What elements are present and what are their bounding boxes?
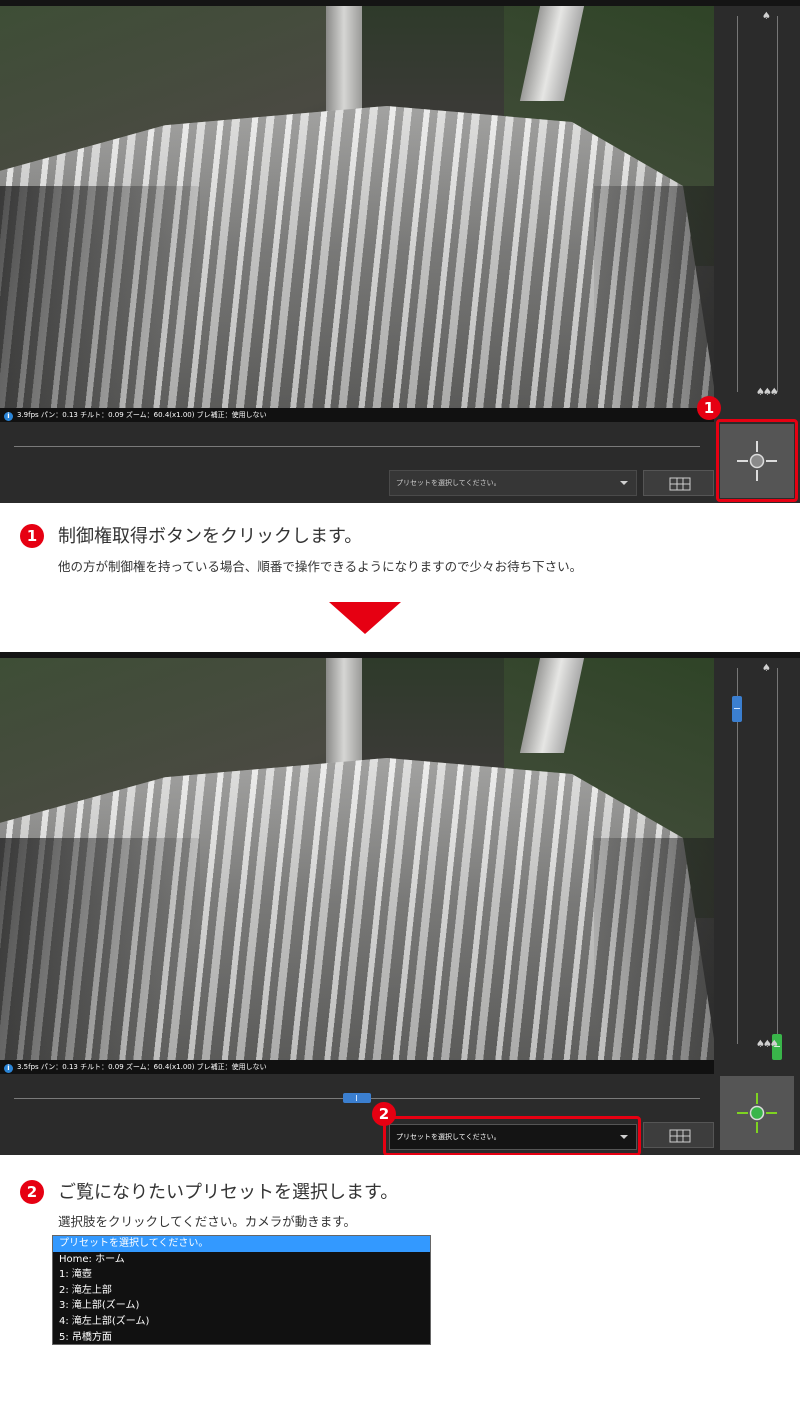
control-acquire-button[interactable] <box>720 1076 794 1150</box>
grid-view-button[interactable] <box>643 1122 714 1148</box>
info-icon: i <box>4 412 13 421</box>
video-waterfall-upper <box>326 6 362 121</box>
callout-badge-2: 2 <box>372 1102 396 1126</box>
highlight-preset-select <box>383 1116 641 1155</box>
status-fps: 3.5fps <box>17 1063 39 1071</box>
callout-badge-1: 1 <box>697 396 721 420</box>
camera-status-bar: i 3.9fps パン：0.13 チルト：0.09 ズーム：60.4(x1.00)… <box>0 408 714 422</box>
next-step-arrow <box>329 602 401 634</box>
single-tree-icon: ♠ <box>762 11 771 22</box>
preset-option-3[interactable]: 3: 滝上部(ズーム) <box>53 1298 430 1314</box>
focus-slider-track[interactable] <box>777 668 778 1044</box>
single-tree-icon: ♠ <box>762 663 771 674</box>
pan-slider-handle[interactable] <box>343 1093 371 1103</box>
grid-icon <box>669 1129 691 1143</box>
step2-number-badge: 2 <box>20 1180 44 1204</box>
status-text: パン：0.13 チルト：0.09 ズーム：60.4(x1.00) ブレ補正：使用… <box>40 1063 267 1071</box>
zoom-slider-track[interactable] <box>737 16 738 392</box>
camera-video <box>0 6 714 408</box>
preset-options-list: プリセットを選択してください。 Home: ホーム 1: 滝壺 2: 滝左上部 … <box>52 1235 431 1345</box>
camera-status-bar: i 3.5fps パン：0.13 チルト：0.09 ズーム：60.4(x1.00)… <box>0 1060 714 1074</box>
zoom-slider-track[interactable] <box>737 668 738 1044</box>
crosshair-icon <box>737 1093 777 1133</box>
step2-subtitle: 選択肢をクリックしてください。カメラが動きます。 <box>58 1214 357 1229</box>
step1-number-badge: 1 <box>20 524 44 548</box>
viewer-panel-before: i 3.9fps パン：0.13 チルト：0.09 ズーム：60.4(x1.00)… <box>0 0 800 503</box>
viewer-panel-after: i 3.5fps パン：0.13 チルト：0.09 ズーム：60.4(x1.00)… <box>0 652 800 1155</box>
video-shadow-right <box>594 838 714 1060</box>
status-text: パン：0.13 チルト：0.09 ズーム：60.4(x1.00) ブレ補正：使用… <box>40 411 267 419</box>
grid-view-button[interactable] <box>643 470 714 496</box>
grid-icon <box>669 477 691 491</box>
video-shadow-left <box>0 838 200 1060</box>
camera-video <box>0 658 714 1060</box>
step2-title: ご覧になりたいプリセットを選択します。 <box>58 1182 399 1203</box>
info-icon: i <box>4 1064 13 1073</box>
preset-select[interactable]: プリセットを選択してください。 <box>389 470 637 496</box>
preset-option-4[interactable]: 4: 滝左上部(ズーム) <box>53 1314 430 1330</box>
step1-title: 制御権取得ボタンをクリックします。 <box>58 526 363 547</box>
video-shadow-left <box>0 186 200 408</box>
step1-subtitle: 他の方が制御権を持っている場合、順番で操作できるようになりますので少々お待ち下さ… <box>58 559 583 574</box>
preset-option-placeholder[interactable]: プリセットを選択してください。 <box>53 1236 430 1252</box>
highlight-control-button <box>716 419 798 502</box>
tree-group-icon: ♠♠♠ <box>756 1039 779 1050</box>
preset-select-value: プリセットを選択してください。 <box>396 479 501 487</box>
preset-option-5[interactable]: 5: 吊橋方面 <box>53 1330 430 1346</box>
chevron-down-icon <box>620 481 628 485</box>
preset-option-home[interactable]: Home: ホーム <box>53 1252 430 1268</box>
preset-option-1[interactable]: 1: 滝壺 <box>53 1267 430 1283</box>
video-waterfall-upper <box>326 658 362 773</box>
status-fps: 3.9fps <box>17 411 39 419</box>
video-shadow-right <box>594 186 714 408</box>
zoom-slider-handle[interactable] <box>732 696 742 722</box>
focus-slider-track[interactable] <box>777 16 778 392</box>
preset-option-2[interactable]: 2: 滝左上部 <box>53 1283 430 1299</box>
pan-slider-track[interactable] <box>14 446 700 447</box>
tree-group-icon: ♠♠♠ <box>756 387 779 398</box>
